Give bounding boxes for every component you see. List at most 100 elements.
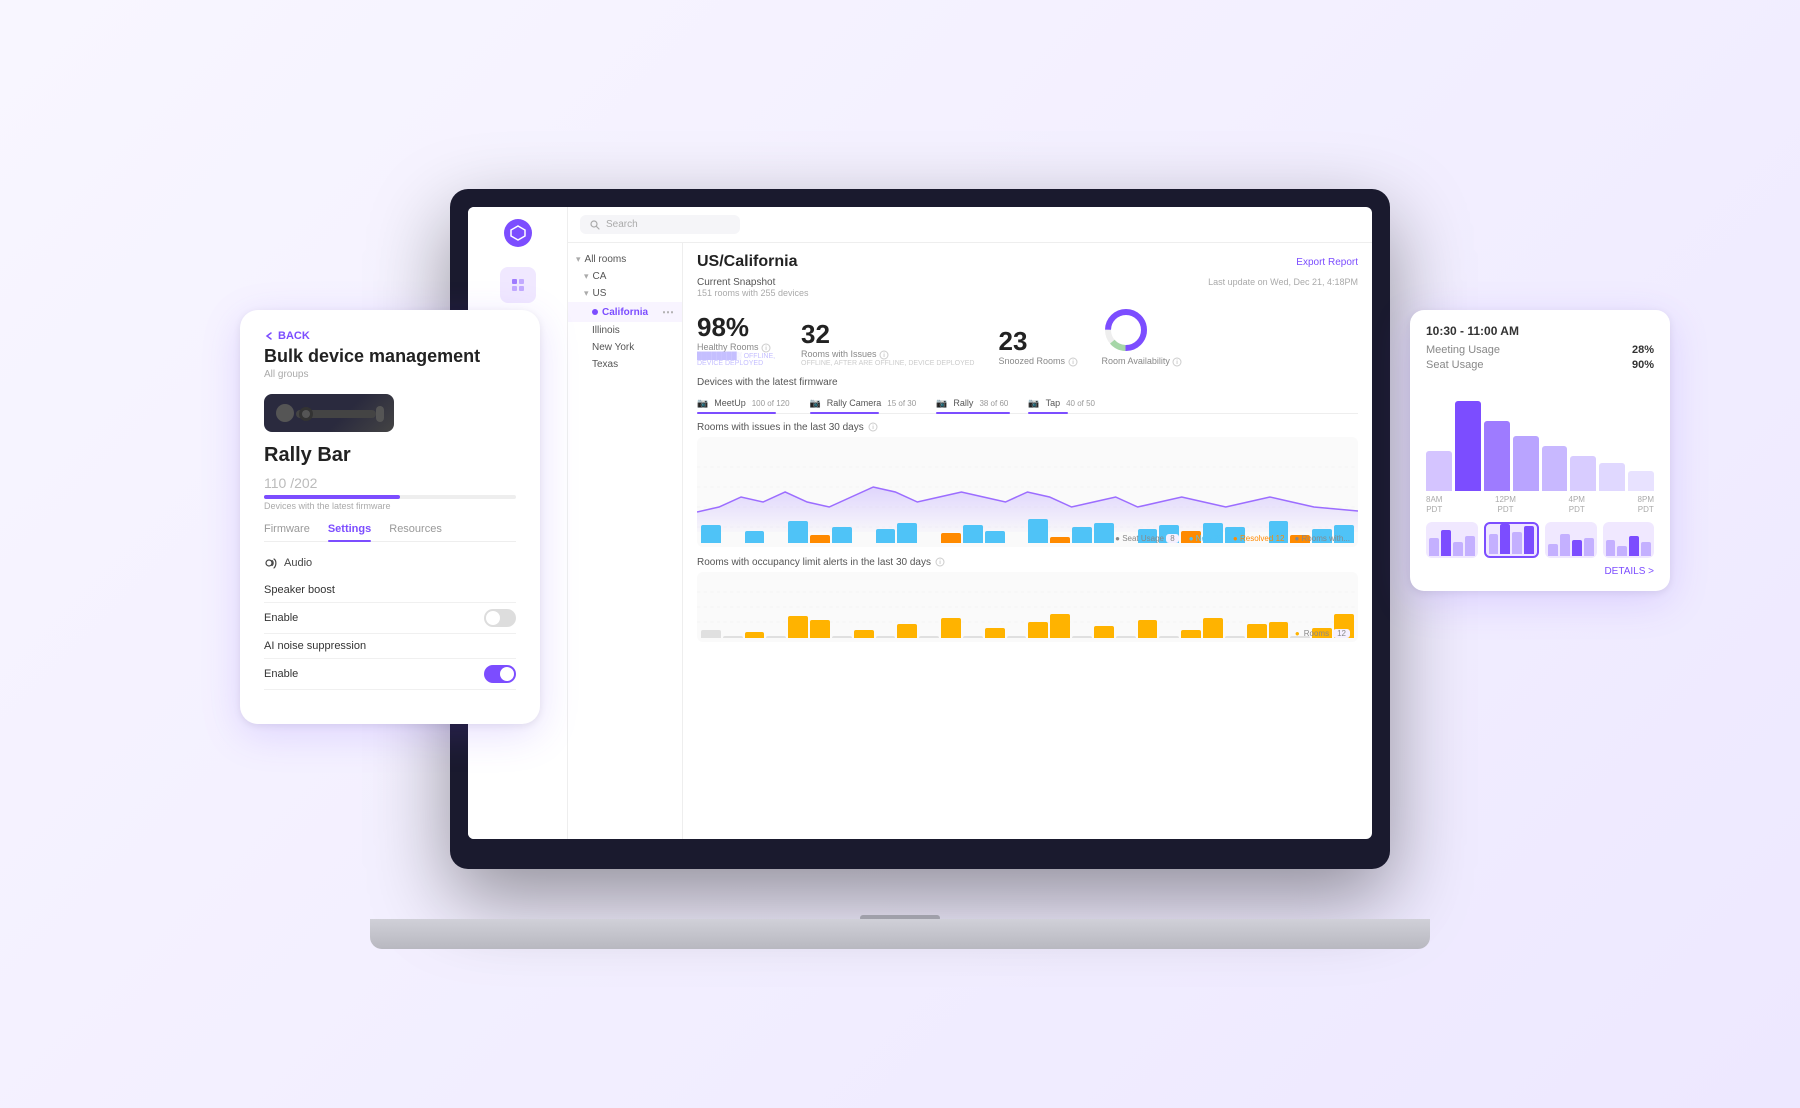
thumb-1[interactable] bbox=[1426, 522, 1478, 558]
info-icon2: i bbox=[879, 350, 889, 360]
occ-info-icon: i bbox=[935, 557, 945, 567]
count-bar-fill bbox=[264, 495, 400, 499]
healthy-rooms-value: 98% bbox=[697, 314, 777, 340]
tree-item-illinois[interactable]: Illinois bbox=[568, 322, 682, 339]
sidebar-icon-home[interactable] bbox=[500, 267, 536, 303]
ai-noise-label: AI noise suppression bbox=[264, 640, 366, 652]
issues-bars bbox=[697, 437, 1358, 547]
firmware-section: Devices with the latest firmware 📷 MeetU… bbox=[697, 377, 1358, 414]
svg-text:i: i bbox=[872, 425, 873, 431]
thumb-2-active[interactable] bbox=[1484, 522, 1540, 558]
search-bar[interactable]: Search bbox=[580, 215, 740, 234]
metrics-row: 98% Healthy Rooms i ████████░ OFFLINE, D… bbox=[697, 306, 1358, 367]
tab-settings[interactable]: Settings bbox=[328, 523, 371, 541]
device-count: 110 /202 bbox=[264, 475, 516, 491]
occ-legend: ● Rooms 12 bbox=[1295, 629, 1350, 638]
rallycam-label: Rally Camera bbox=[827, 398, 882, 408]
snoozed-value: 23 bbox=[998, 328, 1077, 354]
speaker-boost-label: Speaker boost bbox=[264, 584, 335, 596]
snapshot-title: Current Snapshot bbox=[697, 277, 809, 288]
tap-label: Tap bbox=[1046, 398, 1061, 408]
ai-noise-toggle-label: Enable bbox=[264, 668, 298, 680]
tree-item-us[interactable]: ▾ US bbox=[568, 285, 682, 302]
tooltip-x-labels: 8AMPDT 12PMPDT 4PMPDT 8PMPDT bbox=[1426, 495, 1654, 514]
tree-item-ca[interactable]: ▾ CA bbox=[568, 268, 682, 285]
tree-nav: ▾ All rooms ▾ CA ▾ US bbox=[568, 243, 683, 839]
seat-usage-value: 90% bbox=[1632, 359, 1654, 371]
bulk-title: Bulk device management bbox=[264, 346, 516, 367]
svg-text:i: i bbox=[765, 346, 766, 352]
dashboard-header: US/California Export Report bbox=[697, 253, 1358, 271]
seat-usage-label: Seat Usage bbox=[1426, 359, 1483, 371]
tree-item-texas[interactable]: Texas bbox=[568, 356, 682, 373]
audio-header: Audio bbox=[264, 556, 516, 570]
svg-text:i: i bbox=[939, 560, 940, 566]
rally-count: 38 of 60 bbox=[979, 399, 1008, 408]
ai-noise-row: AI noise suppression bbox=[264, 634, 516, 659]
tooltip-bar-chart bbox=[1426, 381, 1654, 491]
last-update: Last update on Wed, Dec 21, 4:18PM bbox=[1208, 277, 1358, 287]
bulk-tabs: Firmware Settings Resources bbox=[264, 523, 516, 542]
tap-icon: 📷 bbox=[1028, 398, 1039, 409]
issues-info-icon: i bbox=[868, 422, 878, 432]
metric-snoozed: 23 Snoozed Rooms i bbox=[998, 328, 1077, 367]
firmware-tabs: 📷 MeetUp 100 of 120 📷 Rally Camera 15 o bbox=[697, 394, 1358, 414]
rallycam-count: 15 of 30 bbox=[887, 399, 916, 408]
search-icon bbox=[590, 220, 600, 230]
firmware-tab-rallycam[interactable]: 📷 Rally Camera 15 of 30 bbox=[810, 394, 937, 413]
page-title: US/California bbox=[697, 253, 797, 271]
ai-noise-toggle-row: Enable bbox=[264, 659, 516, 690]
rally-icon: 📷 bbox=[936, 398, 947, 409]
meetup-bar bbox=[697, 412, 776, 414]
bulk-subtitle: All groups bbox=[264, 369, 516, 380]
firmware-tab-rally[interactable]: 📷 Rally 38 of 60 bbox=[936, 394, 1028, 413]
rallycam-bar bbox=[810, 412, 880, 414]
more-icon[interactable]: ⋯ bbox=[662, 305, 674, 319]
details-link[interactable]: DETAILS > bbox=[1426, 566, 1654, 577]
meeting-usage-label: Meeting Usage bbox=[1426, 344, 1500, 356]
tree-item-allrooms[interactable]: ▾ All rooms bbox=[568, 251, 682, 268]
audio-group: Audio Speaker boost Enable AI noise supp… bbox=[264, 556, 516, 690]
issues-chart-title: Rooms with issues in the last 30 days i bbox=[697, 422, 1358, 433]
speaker-boost-row: Speaker boost bbox=[264, 578, 516, 603]
thumb-4[interactable] bbox=[1603, 522, 1655, 558]
device-image bbox=[264, 394, 394, 432]
rooms-badge: 12 bbox=[1333, 629, 1350, 638]
tab-resources[interactable]: Resources bbox=[389, 523, 442, 541]
occ-bars bbox=[697, 572, 1358, 642]
tree-item-california[interactable]: California ⋯ bbox=[568, 302, 682, 322]
back-arrow-icon bbox=[264, 331, 274, 341]
laptop-base bbox=[370, 919, 1430, 949]
meetup-label: MeetUp bbox=[714, 398, 746, 408]
tooltip-card: 10:30 - 11:00 AM Meeting Usage 28% Seat … bbox=[1410, 310, 1670, 591]
back-button[interactable]: BACK bbox=[264, 330, 516, 342]
occ-chart-title: Rooms with occupancy limit alerts in the… bbox=[697, 557, 1358, 568]
bulk-device-card: BACK Bulk device management All groups R… bbox=[240, 310, 540, 724]
svg-text:i: i bbox=[1072, 360, 1073, 366]
firmware-tab-tap[interactable]: 📷 Tap 40 of 50 bbox=[1028, 394, 1107, 413]
issues-chart-area: ● Seat Usage 8 ● New 20 ● Resolved 12 ● … bbox=[697, 437, 1358, 547]
info-icon: i bbox=[761, 343, 771, 353]
tree-item-newyork[interactable]: New York bbox=[568, 339, 682, 356]
firmware-title: Devices with the latest firmware bbox=[697, 377, 1358, 388]
audio-icon bbox=[264, 556, 278, 570]
ai-noise-toggle[interactable] bbox=[484, 665, 516, 683]
count-label: Devices with the latest firmware bbox=[264, 501, 516, 511]
metric-rooms-issues: 32 Rooms with Issues i OFFLINE, AFTER AR… bbox=[801, 321, 974, 367]
tap-count: 40 of 50 bbox=[1066, 399, 1095, 408]
firmware-tab-meetup[interactable]: 📷 MeetUp 100 of 120 bbox=[697, 394, 810, 413]
snoozed-label: Snoozed Rooms i bbox=[998, 356, 1077, 367]
occ-chart-section: Rooms with occupancy limit alerts in the… bbox=[697, 557, 1358, 642]
meetup-count: 100 of 120 bbox=[752, 399, 790, 408]
meetup-icon: 📷 bbox=[697, 398, 708, 409]
seat-usage-badge: 8 bbox=[1166, 534, 1178, 543]
tooltip-seat-usage: Seat Usage 90% bbox=[1426, 359, 1654, 371]
tab-firmware[interactable]: Firmware bbox=[264, 523, 310, 541]
device-svg bbox=[296, 402, 386, 424]
speaker-boost-toggle[interactable] bbox=[484, 609, 516, 627]
metric-availability: Room Availability i bbox=[1102, 306, 1183, 367]
occ-chart-area: ● Rooms 12 bbox=[697, 572, 1358, 642]
thumb-3[interactable] bbox=[1545, 522, 1597, 558]
rally-label: Rally bbox=[953, 398, 973, 408]
export-button[interactable]: Export Report bbox=[1296, 257, 1358, 268]
